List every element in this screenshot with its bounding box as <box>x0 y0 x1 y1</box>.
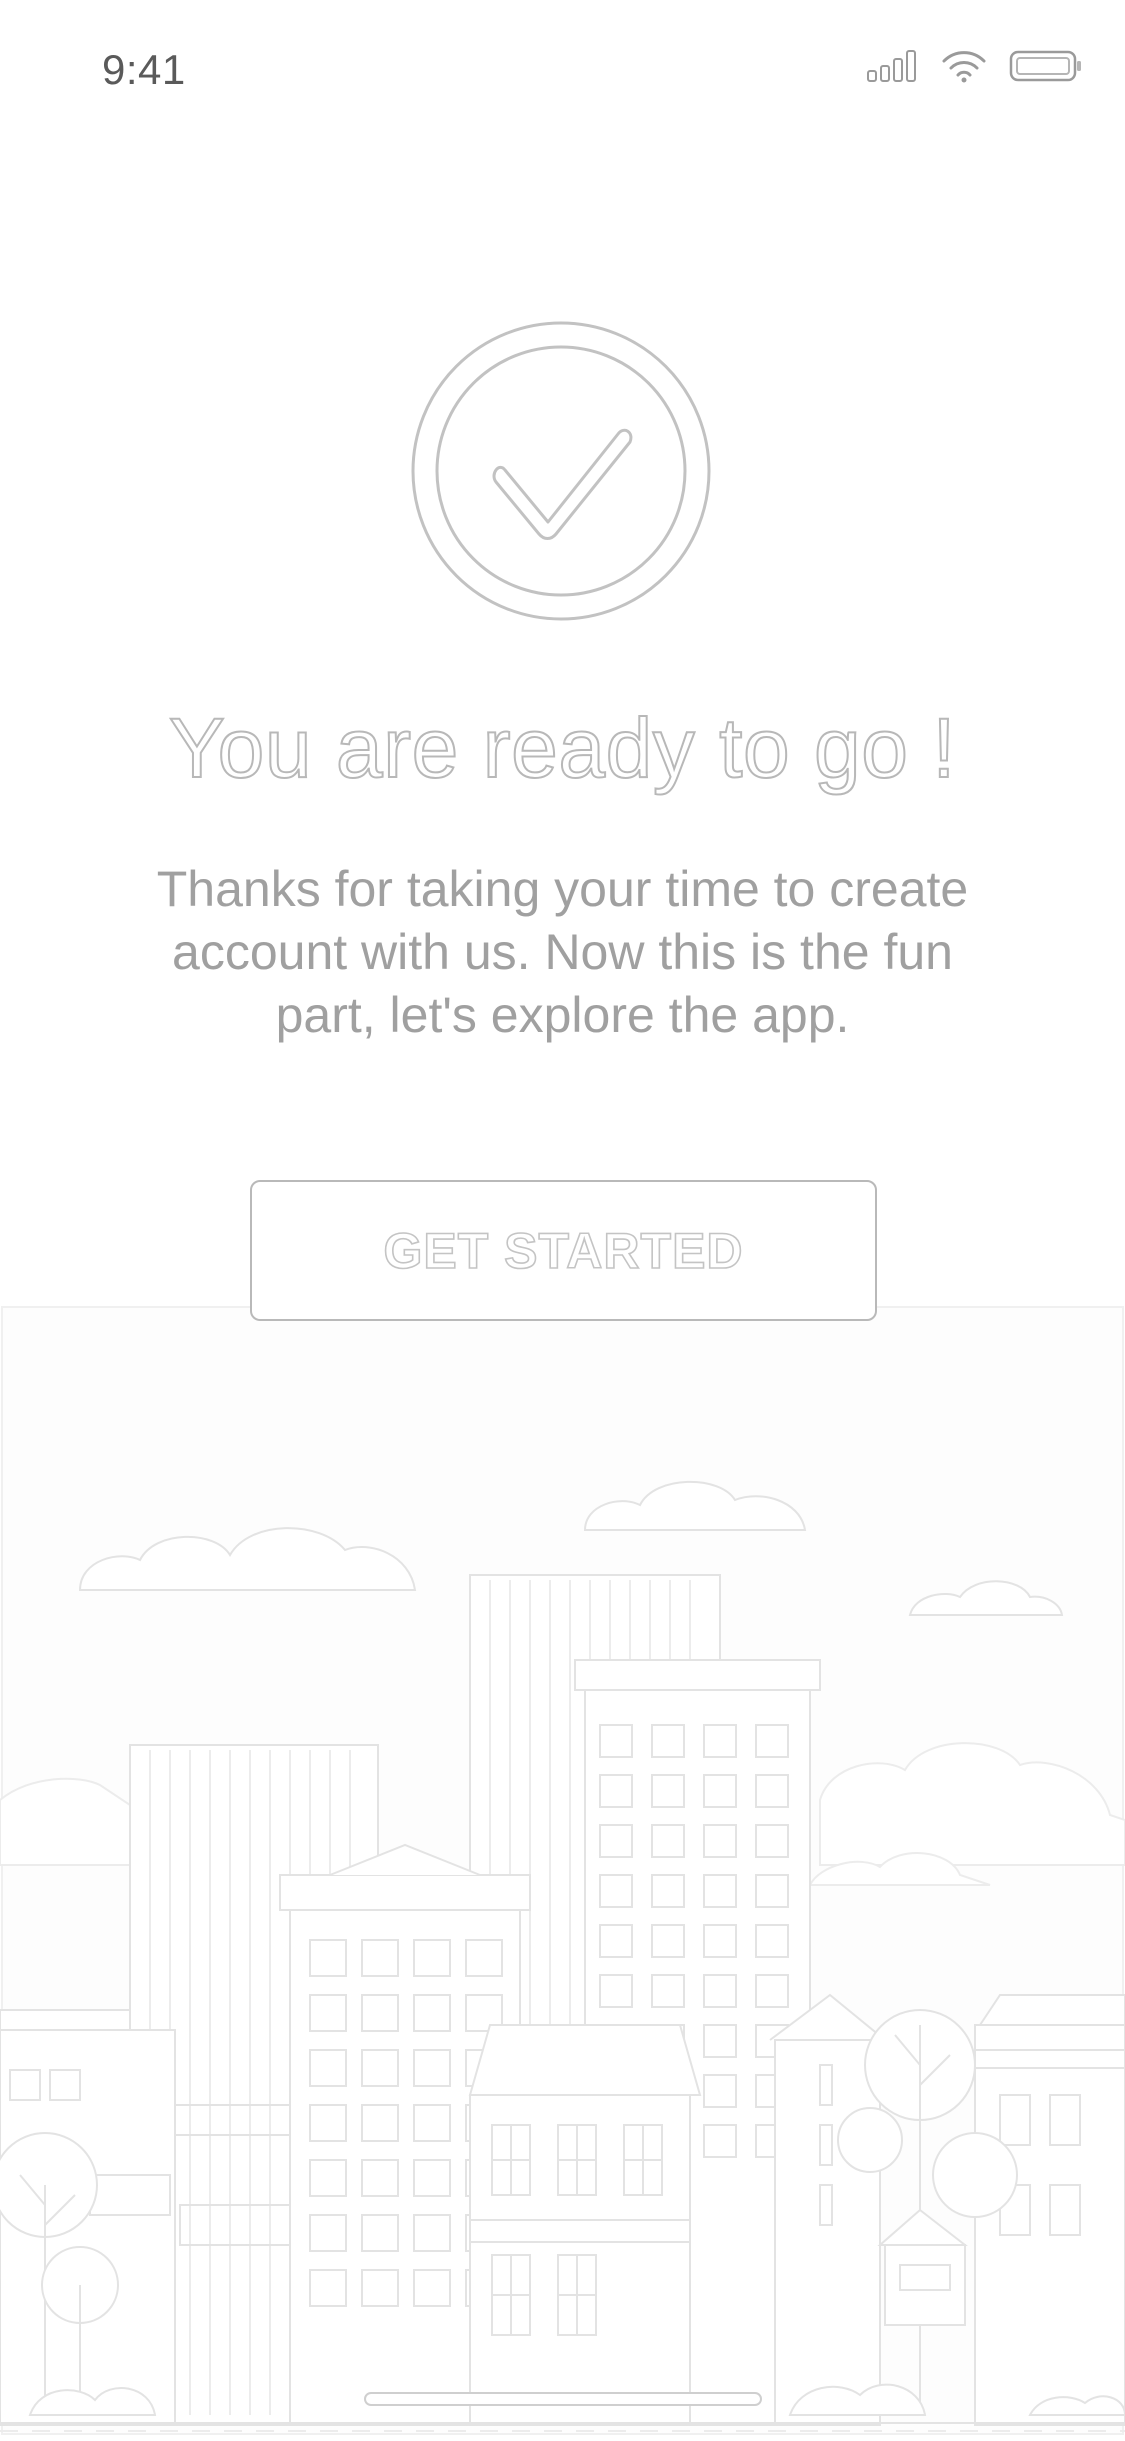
checkmark-circle-icon <box>410 320 712 622</box>
signal-icon <box>867 49 919 88</box>
description-line-2: account with us. Now this is the fun <box>172 924 953 980</box>
city-skyline-illustration <box>0 1305 1125 2436</box>
get-started-button[interactable]: GET STARTED <box>250 1180 877 1321</box>
description-line-3: part, let's explore the app. <box>275 987 850 1043</box>
get-started-label: GET STARTED <box>383 1222 744 1280</box>
status-time: 9:41 <box>102 46 186 93</box>
description-line-1: Thanks for taking your time to create <box>156 861 969 917</box>
wifi-icon <box>941 49 987 88</box>
status-bar: 9:41 <box>0 0 1125 140</box>
battery-icon <box>1009 49 1083 88</box>
status-icons <box>867 48 1083 88</box>
home-indicator[interactable] <box>364 2392 762 2406</box>
page-title: You are ready to go ! <box>168 700 957 796</box>
description-text: Thanks for taking your time to create ac… <box>90 858 1035 1047</box>
